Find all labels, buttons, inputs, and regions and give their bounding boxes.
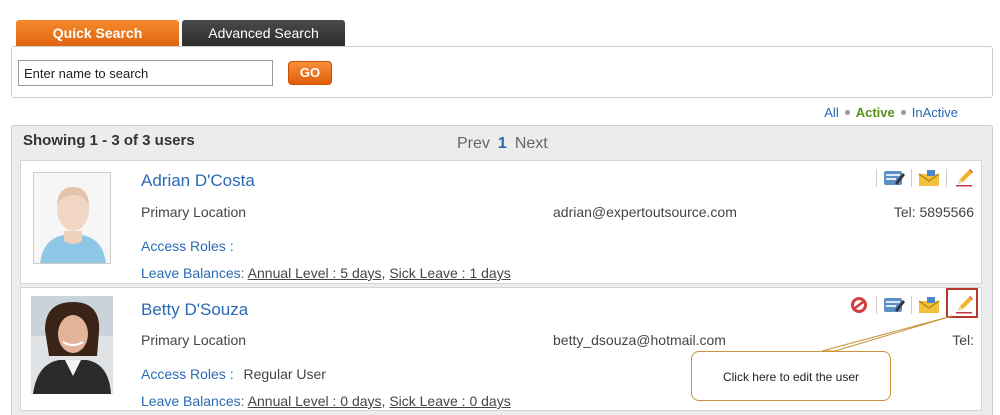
- access-roles-label: Access Roles :: [141, 238, 234, 254]
- user-name[interactable]: Betty D'Souza: [141, 300, 248, 320]
- divider: [876, 169, 877, 187]
- comma: ,: [381, 265, 386, 281]
- annual-leave-link[interactable]: Annual Level : 5 days: [248, 265, 382, 281]
- user-photo-icon: [31, 296, 113, 394]
- leave-balances: Leave Balances: Annual Level : 5 days, S…: [141, 265, 511, 281]
- status-filter: All Active InActive: [824, 105, 958, 120]
- divider: [946, 169, 947, 187]
- search-input[interactable]: [18, 60, 273, 86]
- email-icon[interactable]: [916, 167, 942, 189]
- user-actions: [872, 166, 977, 190]
- user-tel: Tel:: [952, 332, 974, 348]
- divider: [876, 296, 877, 314]
- separator-dot: [844, 110, 850, 115]
- sick-leave-link[interactable]: Sick Leave : 0 days: [389, 393, 510, 409]
- user-name[interactable]: Adrian D'Costa: [141, 171, 255, 191]
- divider: [911, 296, 912, 314]
- pager-next[interactable]: Next: [515, 135, 548, 153]
- user-tel: Tel: 5895566: [893, 204, 974, 220]
- deactivate-icon[interactable]: [846, 294, 872, 316]
- sick-leave-link[interactable]: Sick Leave : 1 days: [389, 265, 510, 281]
- comma: ,: [381, 393, 386, 409]
- filter-inactive[interactable]: InActive: [912, 105, 958, 120]
- user-location: Primary Location: [141, 204, 247, 220]
- access-roles-value: Regular User: [243, 366, 326, 382]
- divider: [911, 169, 912, 187]
- search-panel: GO: [11, 46, 993, 98]
- access-roles: Access Roles : Regular User: [141, 366, 326, 382]
- user-location: Primary Location: [141, 332, 247, 348]
- leave-balances: Leave Balances: Annual Level : 0 days, S…: [141, 393, 511, 409]
- view-card-icon[interactable]: [881, 167, 907, 189]
- user-email: betty_dsouza@hotmail.com: [553, 332, 726, 348]
- results-count: Showing 1 - 3 of 3 users: [23, 132, 195, 149]
- access-roles-label: Access Roles :: [141, 366, 234, 382]
- pager-current[interactable]: 1: [498, 135, 507, 153]
- go-button[interactable]: GO: [288, 61, 332, 85]
- annual-leave-link[interactable]: Annual Level : 0 days: [248, 393, 382, 409]
- filter-all[interactable]: All: [824, 105, 838, 120]
- separator-dot: [900, 110, 906, 115]
- tab-advanced-search[interactable]: Advanced Search: [182, 20, 345, 46]
- callout-tooltip: Click here to edit the user: [691, 351, 891, 401]
- user-email: adrian@expertoutsource.com: [553, 204, 737, 220]
- avatar: [31, 296, 113, 394]
- pager-prev[interactable]: Prev: [457, 135, 490, 153]
- default-avatar-icon: [34, 173, 110, 263]
- leave-balances-label: Leave Balances:: [141, 393, 245, 409]
- view-card-icon[interactable]: [881, 294, 907, 316]
- edit-pencil-icon[interactable]: [951, 167, 977, 189]
- results-header: Showing 1 - 3 of 3 users Prev 1 Next: [12, 126, 992, 158]
- pager: Prev 1 Next: [457, 135, 548, 153]
- filter-active[interactable]: Active: [856, 105, 895, 120]
- tab-quick-search[interactable]: Quick Search: [16, 20, 179, 46]
- user-card: Adrian D'Costa Primary Location adrian@e…: [20, 160, 982, 284]
- leave-balances-label: Leave Balances:: [141, 265, 245, 281]
- edit-highlight-box: [946, 288, 978, 318]
- email-icon[interactable]: [916, 294, 942, 316]
- avatar: [33, 172, 111, 264]
